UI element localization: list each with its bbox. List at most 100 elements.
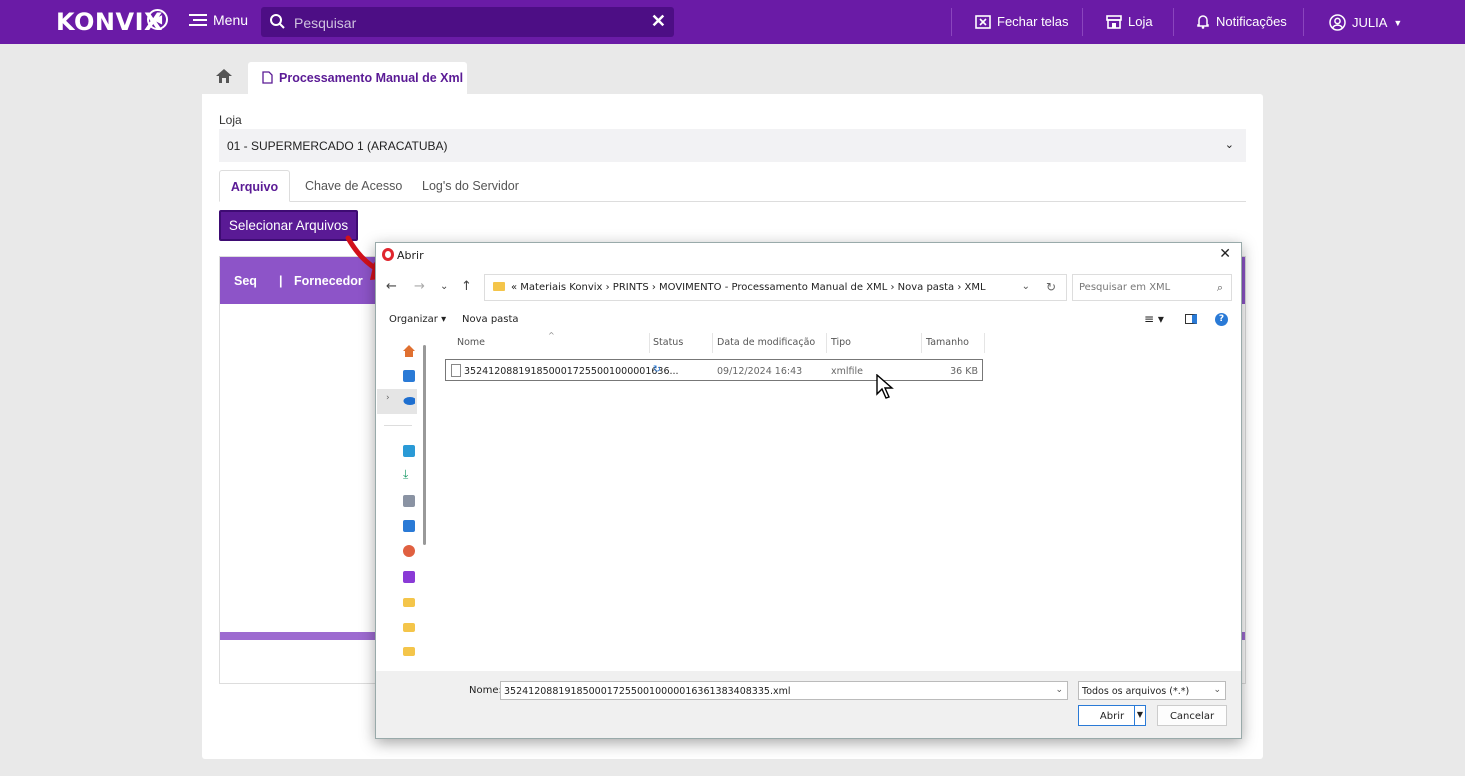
new-folder-button[interactable]: Nova pasta (462, 314, 519, 325)
expand-chevron-icon[interactable]: › (386, 393, 390, 403)
loja-value: 01 - SUPERMERCADO 1 (ARACATUBA) (227, 139, 448, 153)
organize-button[interactable]: Organizar ▾ (389, 314, 446, 325)
user-avatar-icon (1329, 14, 1346, 31)
folder-icon[interactable] (403, 623, 415, 632)
file-type-select[interactable]: Todos os arquivos (*.*) ⌄ (1078, 681, 1226, 700)
onedrive-cloud-icon[interactable] (403, 395, 415, 407)
home-icon[interactable] (403, 345, 415, 357)
column-seq[interactable]: Seq (234, 274, 257, 288)
home-icon[interactable] (215, 68, 233, 84)
pictures-icon[interactable] (403, 520, 415, 532)
file-name-value: 3524120881918500017255001000001636138340… (504, 686, 791, 697)
loja-select[interactable]: 01 - SUPERMERCADO 1 (ARACATUBA) ⌄ (219, 129, 1246, 162)
clear-search-icon[interactable]: ✕ (651, 11, 666, 32)
file-list: ^ Nome Status Data de modificação Tipo T… (431, 331, 1241, 671)
desktop-icon[interactable] (403, 445, 415, 457)
menu-button[interactable]: Menu (189, 12, 248, 28)
sync-icon: ↻ (653, 364, 661, 375)
file-name: 352412088191850001725500100000163​6... (464, 366, 679, 377)
search-bar[interactable]: Pesquisar ✕ (261, 7, 674, 37)
folder-icon[interactable] (403, 598, 415, 607)
select-files-button[interactable]: Selecionar Arquivos (219, 210, 358, 241)
file-type-value: Todos os arquivos (*.*) (1082, 686, 1190, 697)
tabs: Arquivo Chave de Acesso Log's do Servido… (219, 170, 1246, 202)
tab-chave-de-acesso[interactable]: Chave de Acesso (305, 170, 402, 202)
column-divider: | (279, 274, 283, 288)
divider (1173, 8, 1174, 36)
chevron-down-icon: ⌄ (1224, 139, 1234, 151)
user-menu[interactable]: JULIA ▼ (1329, 14, 1402, 31)
column-data-modificacao[interactable]: Data de modificação (717, 337, 815, 348)
help-icon[interactable]: ? (1215, 313, 1228, 326)
folder-icon (493, 282, 505, 291)
file-row[interactable]: 352412088191850001725500100000163​6... ↻… (445, 359, 983, 381)
notifications-button[interactable]: Notificações (1196, 14, 1287, 29)
notifications-label: Notificações (1216, 14, 1287, 29)
file-modified: 09/12/2024 16:43 (717, 366, 803, 377)
hamburger-icon (189, 14, 207, 26)
view-options-icon[interactable]: ≡ ▾ (1144, 312, 1164, 326)
column-status[interactable]: Status (653, 337, 683, 348)
nav-pane: › ⤓ (376, 333, 431, 671)
mouse-cursor-icon (876, 374, 894, 399)
open-button[interactable]: Abrir ▼ (1078, 705, 1146, 726)
gallery-icon[interactable] (403, 370, 415, 382)
divider (384, 425, 412, 426)
open-label: Abrir (1099, 711, 1125, 722)
close-window-icon (975, 14, 991, 29)
store-label: Loja (1128, 14, 1153, 29)
documents-icon[interactable] (403, 495, 415, 507)
folder-icon[interactable] (403, 647, 415, 656)
back-icon[interactable]: ← (386, 279, 397, 294)
bell-icon (1197, 15, 1209, 29)
opera-icon (382, 248, 394, 261)
column-tipo[interactable]: Tipo (831, 337, 851, 348)
column-tamanho[interactable]: Tamanho (926, 337, 969, 348)
breadcrumb: « Materiais Konvix › PRINTS › MOVIMENTO … (511, 282, 986, 293)
column-divider (984, 333, 985, 353)
downloads-icon[interactable]: ⤓ (403, 467, 415, 481)
column-nome[interactable]: Nome (457, 337, 485, 348)
page-tab[interactable]: Processamento Manual de Xml (248, 62, 467, 95)
open-file-dialog: Abrir ✕ ← → ⌄ ↑ « Materiais Konvix › PRI… (375, 242, 1242, 739)
up-icon[interactable]: ↑ (461, 279, 472, 294)
nav-scrollbar[interactable] (423, 345, 426, 545)
divider (951, 8, 952, 36)
divider (1303, 8, 1304, 36)
search-icon: ⌕ (1216, 281, 1223, 294)
videos-icon[interactable] (403, 571, 415, 583)
tab-logs-do-servidor[interactable]: Log's do Servidor (422, 170, 519, 202)
close-screens-button[interactable]: Fechar telas (975, 14, 1069, 29)
search-icon (270, 14, 285, 29)
recent-chevron-icon[interactable]: ⌄ (440, 281, 448, 292)
dialog-title: Abrir (397, 249, 424, 262)
dialog-titlebar: Abrir ✕ (376, 243, 1241, 267)
document-icon (262, 71, 273, 84)
page-tab-title: Processamento Manual de Xml (279, 71, 464, 85)
file-icon (451, 364, 461, 377)
loja-label: Loja (219, 113, 242, 127)
file-size: 36 KB (950, 366, 978, 377)
file-name-input[interactable]: 3524120881918500017255001000001636138340… (500, 681, 1068, 700)
dialog-search-placeholder: Pesquisar em XML (1079, 282, 1171, 293)
search-input[interactable]: Pesquisar (294, 15, 356, 31)
column-divider (921, 333, 922, 353)
divider (1082, 8, 1083, 36)
column-divider (826, 333, 827, 353)
forward-icon[interactable]: → (414, 279, 425, 294)
close-icon[interactable]: ✕ (1219, 246, 1231, 262)
cancel-button[interactable]: Cancelar (1157, 705, 1227, 726)
open-split-dropdown-icon[interactable]: ▼ (1134, 706, 1145, 725)
chevron-down-icon[interactable]: ⌄ (1055, 685, 1063, 695)
store-button[interactable]: Loja (1106, 14, 1153, 29)
refresh-icon[interactable]: ↻ (1046, 280, 1056, 294)
address-bar[interactable]: « Materiais Konvix › PRINTS › MOVIMENTO … (484, 274, 1067, 301)
logo-mark-icon: ◀ (147, 9, 168, 30)
tab-arquivo[interactable]: Arquivo (219, 170, 290, 202)
preview-pane-icon[interactable] (1185, 314, 1197, 324)
menu-label: Menu (213, 12, 249, 28)
music-icon[interactable] (403, 545, 415, 557)
chevron-down-icon[interactable]: ⌄ (1022, 281, 1030, 292)
column-divider (712, 333, 713, 353)
dialog-search-input[interactable]: Pesquisar em XML ⌕ (1072, 274, 1232, 301)
